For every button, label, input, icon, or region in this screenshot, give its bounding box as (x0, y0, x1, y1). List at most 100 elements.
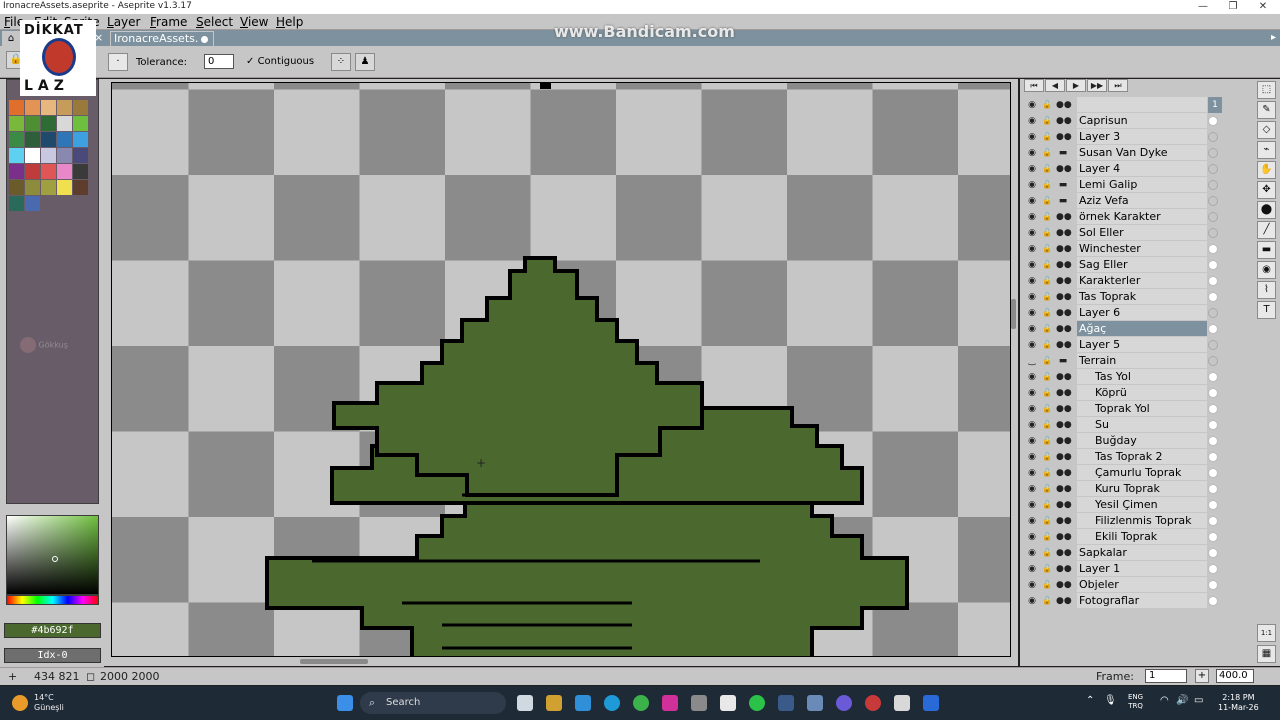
sample-current-layer-icon[interactable]: ♟ (355, 53, 375, 71)
continuous-icon[interactable]: ●● (1056, 513, 1072, 529)
cel-dot-icon[interactable] (1208, 388, 1218, 398)
pixel-brush-button[interactable]: · (108, 53, 128, 71)
palette-index-field[interactable]: Idx-0 (4, 648, 101, 663)
palette-swatch[interactable] (9, 132, 24, 147)
lock-toggle-icon[interactable]: 🔓 (1040, 449, 1054, 465)
visibility-eye-icon[interactable]: ◉ (1025, 305, 1039, 321)
continuous-icon[interactable]: ●● (1056, 305, 1072, 321)
visibility-eye-icon[interactable]: ◉ (1025, 257, 1039, 273)
layer-row[interactable]: ◉ 🔓 ●● Ağaç (1025, 321, 1223, 337)
zoom-input[interactable]: 400.0 (1216, 669, 1254, 683)
aseprite-icon[interactable] (894, 695, 910, 711)
settings-icon[interactable] (691, 695, 707, 711)
color-picker[interactable] (6, 515, 99, 595)
layer-row[interactable]: ◉ 🔓 ●● Layer 6 (1025, 305, 1223, 321)
cel-dot-icon[interactable] (1208, 340, 1218, 350)
start-icon[interactable] (337, 695, 353, 711)
continuous-icon[interactable]: ●● (1056, 497, 1072, 513)
cel-dot-icon[interactable] (1208, 228, 1218, 238)
palette-swatch[interactable] (25, 180, 40, 195)
record-icon[interactable] (865, 695, 881, 711)
cel-dot-icon[interactable] (1208, 436, 1218, 446)
line-tool-icon[interactable]: ╱ (1257, 221, 1276, 239)
cel-dot-icon[interactable] (1208, 324, 1218, 334)
horizontal-scrollbar[interactable] (300, 659, 368, 664)
cel-dot-icon[interactable] (1208, 452, 1218, 462)
visibility-eye-icon[interactable]: ◉ (1025, 593, 1039, 609)
layer-row[interactable]: ◉ 🔓 ●● Layer 3 (1025, 129, 1223, 145)
lock-toggle-icon[interactable]: 🔓 (1040, 145, 1054, 161)
continuous-icon[interactable]: ●● (1056, 241, 1072, 257)
cel-dot-icon[interactable] (1208, 372, 1218, 382)
app-icon-1[interactable] (662, 695, 678, 711)
layer-row[interactable]: ◉ 🔓 ●● Kuru Toprak (1025, 481, 1223, 497)
layer-row[interactable]: ◉ 🔓 ●● Toprak Yol (1025, 401, 1223, 417)
visibility-eye-icon[interactable]: ◉ (1025, 193, 1039, 209)
file-explorer-icon[interactable] (546, 695, 562, 711)
contiguous-checkbox[interactable]: ✓ Contiguous (246, 56, 314, 67)
pixel-perfect-icon[interactable]: 1:1 (1257, 624, 1276, 642)
lock-toggle-icon[interactable]: 🔓 (1040, 321, 1054, 337)
visibility-eye-icon[interactable]: ◉ (1025, 177, 1039, 193)
lock-toggle-icon[interactable]: 🔓 (1040, 593, 1054, 609)
continuous-icon[interactable]: ●● (1056, 529, 1072, 545)
lock-toggle-icon[interactable]: 🔓 (1040, 273, 1054, 289)
palette-swatch[interactable] (25, 148, 40, 163)
layer-row[interactable]: ◉ 🔓 ●● Tas Toprak (1025, 289, 1223, 305)
sprite-canvas[interactable]: + (111, 82, 1011, 657)
layer-row[interactable]: ◉ 🔓 ●● Layer 4 (1025, 161, 1223, 177)
layer-header-row[interactable]: ◉ 🔓 ●● 1 (1025, 97, 1223, 113)
sample-all-layers-icon[interactable]: ⁘ (331, 53, 351, 71)
lock-toggle-icon[interactable]: 🔓 (1040, 225, 1054, 241)
palette-swatch[interactable] (9, 148, 24, 163)
rectangle-tool-icon[interactable]: ▬ (1257, 241, 1276, 259)
tolerance-input[interactable]: 0 (204, 54, 234, 69)
text-tool-icon[interactable]: T (1257, 301, 1276, 319)
palette-swatch[interactable] (25, 132, 40, 147)
continuous-icon[interactable]: ●● (1056, 113, 1072, 129)
lock-toggle-icon[interactable]: 🔓 (1040, 177, 1054, 193)
layer-row[interactable]: ‿ 🔓 ▬ Terrain (1025, 353, 1223, 369)
mic-icon[interactable]: 🎙 (1104, 695, 1117, 706)
continuous-icon[interactable]: ●● (1056, 577, 1072, 593)
hex-color-field[interactable]: #4b692f (4, 623, 101, 638)
taskbar-clock[interactable]: 2:18 PM 11-Mar-26 (1218, 693, 1259, 713)
continuous-icon[interactable]: ●● (1056, 161, 1072, 177)
layer-row[interactable]: ◉ 🔓 ●● örnek Karakter (1025, 209, 1223, 225)
visibility-eye-icon[interactable]: ◉ (1025, 577, 1039, 593)
menu-select[interactable]: Select (196, 15, 233, 29)
visibility-eye-icon[interactable]: ◉ (1025, 465, 1039, 481)
layer-row[interactable]: ◉ 🔓 ●● Sol Eller (1025, 225, 1223, 241)
continuous-icon[interactable]: ●● (1056, 561, 1072, 577)
lock-toggle-icon[interactable]: 🔓 (1040, 353, 1054, 369)
visibility-eye-icon[interactable]: ◉ (1025, 209, 1039, 225)
cel-dot-icon[interactable] (1208, 292, 1218, 302)
eyedropper-tool-icon[interactable]: ⌁ (1257, 141, 1276, 159)
cel-dot-icon[interactable] (1208, 580, 1218, 590)
visibility-eye-icon[interactable]: ◉ (1025, 369, 1039, 385)
visibility-eye-icon[interactable]: ◉ (1025, 321, 1039, 337)
visibility-eye-icon[interactable]: ◉ (1025, 561, 1039, 577)
folder-icon[interactable]: ▬ (1056, 177, 1070, 193)
continuous-icon[interactable]: ●● (1056, 369, 1072, 385)
visibility-eye-icon[interactable]: ◉ (1025, 385, 1039, 401)
continuous-icon[interactable]: ●● (1056, 417, 1072, 433)
lock-toggle-icon[interactable]: 🔓 (1040, 369, 1054, 385)
continuous-icon[interactable]: ●● (1056, 97, 1072, 113)
palette-swatch[interactable] (41, 148, 56, 163)
palette-swatch[interactable] (9, 100, 24, 115)
continuous-icon[interactable]: ●● (1056, 257, 1072, 273)
menu-frame[interactable]: Frame (150, 15, 187, 29)
cel-dot-icon[interactable] (1208, 132, 1218, 142)
minimize-button[interactable]: — (1188, 0, 1218, 14)
layer-row[interactable]: ◉ 🔓 ●● Tas Toprak 2 (1025, 449, 1223, 465)
palette-swatch[interactable] (41, 164, 56, 179)
layer-row[interactable]: ◉ 🔓 ●● Tas Yol (1025, 369, 1223, 385)
palette-swatch[interactable] (9, 196, 24, 211)
continuous-icon[interactable]: ●● (1056, 385, 1072, 401)
vertical-scrollbar[interactable] (1011, 299, 1016, 329)
lock-toggle-icon[interactable]: 🔓 (1040, 209, 1054, 225)
cel-dot-icon[interactable] (1208, 148, 1218, 158)
prev-frame-button[interactable]: ◀ (1045, 79, 1065, 92)
cel-dot-icon[interactable] (1208, 532, 1218, 542)
